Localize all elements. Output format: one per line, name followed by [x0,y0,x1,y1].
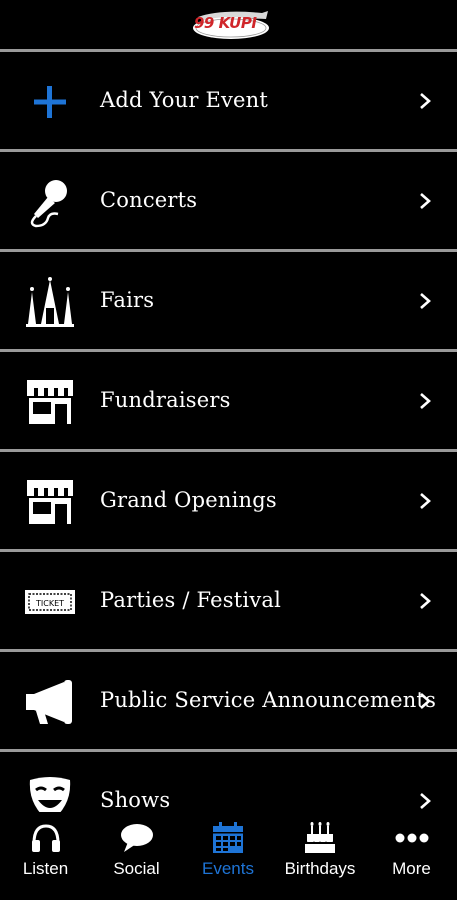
list-item-label: Add Your Event [100,88,269,112]
tab-label: Events [202,859,254,878]
headphones-icon [28,821,64,855]
chevron-right-icon [420,793,431,809]
list-item-label: Public Service Announcements [100,688,437,712]
tab-social[interactable]: Social [91,812,182,900]
tab-label: Birthdays [284,859,356,878]
storefront-icon [24,476,76,528]
tab-label: More [392,859,431,878]
birthday-cake-icon [302,821,338,855]
tab-more[interactable]: More [366,812,457,900]
bottom-tab-bar: Listen Social Events Birthdays More [0,812,457,900]
chevron-right-icon [420,493,431,509]
list-item-public-service-announcements[interactable]: Public Service Announcements [0,649,457,749]
list-item-label: Concerts [100,188,198,212]
list-item-concerts[interactable]: Concerts [0,149,457,249]
megaphone-icon [24,676,76,728]
chevron-right-icon [420,293,431,309]
list-item-label: Fundraisers [100,388,231,412]
calendar-icon [210,821,246,855]
plus-icon [24,76,76,128]
chevron-right-icon [420,593,431,609]
tab-events[interactable]: Events [182,812,274,900]
top-bar: 99 KUPI [0,0,457,49]
list-item-grand-openings[interactable]: Grand Openings [0,449,457,549]
tab-label: Social [113,859,160,878]
tab-label: Listen [22,859,69,878]
event-category-list: Add Your Event Concerts Fairs Fundraiser… [0,49,457,849]
ticket-icon: TICKET [24,576,76,628]
chat-bubble-icon [119,821,155,855]
more-dots-icon [394,821,430,855]
list-item-label: Grand Openings [100,488,277,512]
chevron-right-icon [420,93,431,109]
storefront-icon [24,376,76,428]
list-item-parties-festival[interactable]: TICKET Parties / Festival [0,549,457,649]
list-item-fairs[interactable]: Fairs [0,249,457,349]
ticket-text: TICKET [35,599,64,608]
tab-listen[interactable]: Listen [0,812,91,900]
microphone-icon [24,176,76,228]
logo-text: 99 KUPI [194,14,257,32]
list-item-add-your-event[interactable]: Add Your Event [0,49,457,149]
fair-rides-icon [24,276,76,328]
list-item-label: Fairs [100,288,155,312]
chevron-right-icon [420,193,431,209]
tab-birthdays[interactable]: Birthdays [274,812,366,900]
list-item-fundraisers[interactable]: Fundraisers [0,349,457,449]
list-item-label: Parties / Festival [100,588,282,612]
chevron-right-icon [420,693,431,709]
chevron-right-icon [420,393,431,409]
